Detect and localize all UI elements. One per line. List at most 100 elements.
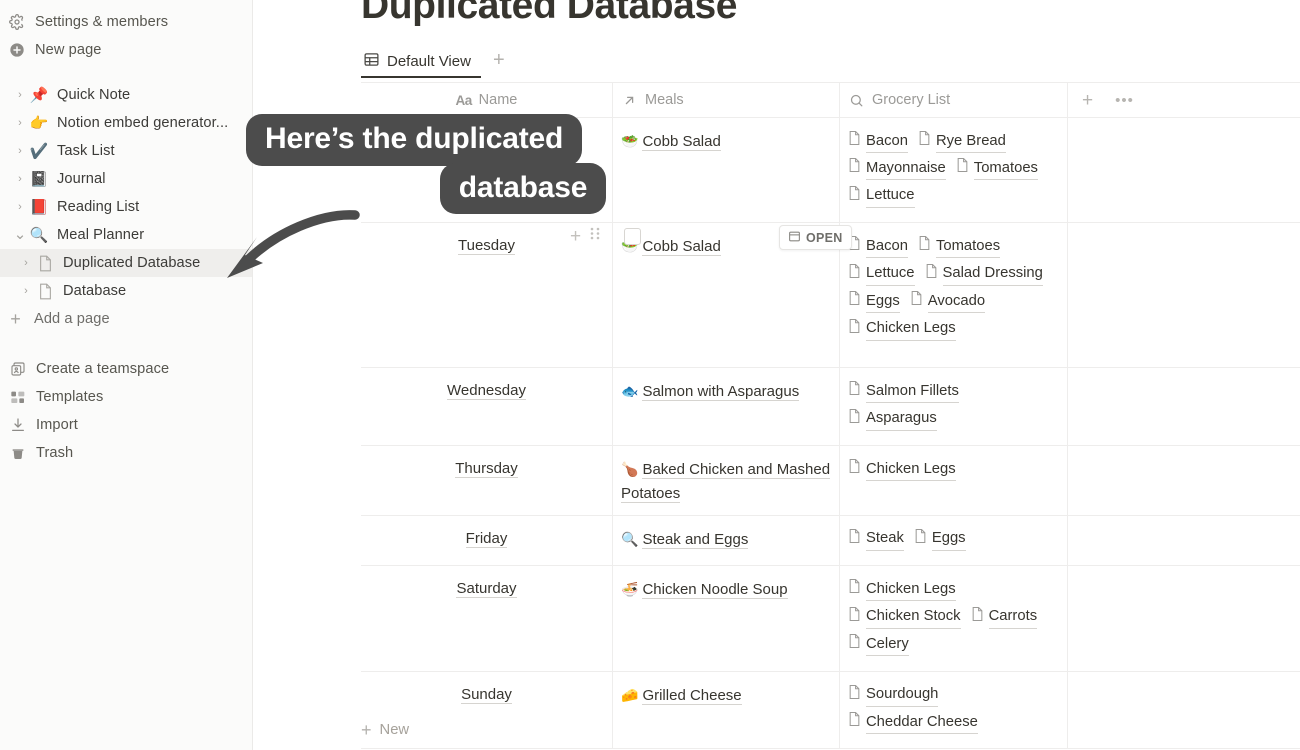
cell-grocery-list[interactable]: Chicken Legs Chicken Stock Carrots Celery xyxy=(840,566,1068,671)
cell-empty xyxy=(1068,368,1300,445)
table-more-options-button[interactable]: ••• xyxy=(1115,92,1134,109)
sidebar: Settings & members New page › 📌 Quick Note… xyxy=(0,0,253,750)
sidebar-item-create-a-teamspace[interactable]: Create a teamspace xyxy=(0,355,252,383)
grocery-item[interactable]: Asparagus xyxy=(848,408,937,431)
grocery-item[interactable]: Tomatoes xyxy=(956,157,1038,181)
trash-icon xyxy=(8,444,27,462)
table-row[interactable]: Friday 🔍 Steak and Eggs Steak Eggs xyxy=(361,515,1300,567)
cell-grocery-list[interactable]: Bacon Tomatoes Lettuce Salad Dressing Eggs Av… xyxy=(840,223,1068,368)
grocery-item[interactable]: Celery xyxy=(848,633,909,657)
cell-name[interactable]: Friday xyxy=(361,515,613,566)
page-emoji-icon: 📕 xyxy=(29,199,49,216)
grocery-item[interactable]: Chicken Legs xyxy=(848,318,956,341)
grocery-item[interactable]: Lettuce xyxy=(848,185,915,208)
grocery-item[interactable]: Carrots xyxy=(971,606,1038,629)
grocery-item[interactable]: Chicken Legs xyxy=(848,458,956,482)
meal-relation-item[interactable]: 🍗 Baked Chicken and Mashed Potatoes xyxy=(621,461,831,503)
grocery-item[interactable]: Eggs xyxy=(848,290,900,314)
sidebar-item-task-list[interactable]: › ✔️ Task List xyxy=(0,137,252,165)
sidebar-item-trash[interactable]: Trash xyxy=(0,439,252,467)
add-row-icon[interactable]: + xyxy=(570,227,581,246)
page-icon xyxy=(956,157,969,180)
meal-relation-item[interactable]: 🐟 Salmon with Asparagus xyxy=(621,383,800,402)
chevron-right-icon[interactable]: › xyxy=(12,87,28,103)
row-select-checkbox[interactable] xyxy=(624,228,641,245)
tab-default-view[interactable]: Default View xyxy=(361,47,481,78)
grocery-item[interactable]: Salad Dressing xyxy=(925,263,1043,286)
grocery-item[interactable]: Tomatoes xyxy=(918,235,1001,259)
sidebar-item-templates[interactable]: Templates xyxy=(0,383,252,411)
cell-grocery-list[interactable]: Steak Eggs xyxy=(840,515,1068,566)
page-icon xyxy=(848,185,861,208)
grocery-item[interactable]: Sourdough xyxy=(848,684,939,707)
chevron-right-icon[interactable]: › xyxy=(12,143,28,159)
sidebar-item-notion-embed-generator[interactable]: › 👉 Notion embed generator... xyxy=(0,109,252,137)
cell-meals[interactable]: 🍗 Baked Chicken and Mashed Potatoes xyxy=(613,446,840,515)
grocery-item[interactable]: Mayonnaise xyxy=(848,157,946,181)
cell-meals[interactable]: 🐟 Salmon with Asparagus xyxy=(613,368,840,446)
sidebar-item-quick-note[interactable]: › 📌 Quick Note xyxy=(0,81,252,109)
grocery-item[interactable]: Chicken Stock xyxy=(848,606,961,629)
sidebar-item-import[interactable]: Import xyxy=(0,411,252,439)
grocery-item[interactable]: Bacon xyxy=(848,235,908,259)
sidebar-item-new-page[interactable]: New page xyxy=(0,36,252,64)
grocery-item-label: Lettuce xyxy=(866,263,915,286)
chevron-right-icon[interactable]: › xyxy=(12,199,28,215)
grocery-item[interactable]: Eggs xyxy=(914,528,966,551)
grocery-item[interactable]: Bacon xyxy=(848,130,908,153)
cell-name[interactable]: Saturday xyxy=(361,566,613,671)
meal-relation-item[interactable]: 🔍 Steak and Eggs xyxy=(621,530,749,549)
column-header-grocery-list[interactable]: Grocery List xyxy=(840,83,1068,117)
cell-name[interactable]: Thursday xyxy=(361,446,613,515)
grocery-item[interactable]: Rye Bread xyxy=(918,130,1006,153)
table-header-row: Aa Name Meals Grocery List + ••• xyxy=(361,82,1300,118)
add-property-button[interactable]: + xyxy=(1082,91,1093,110)
cell-meals[interactable]: 🔍 Steak and Eggs xyxy=(613,515,840,566)
column-header-meals[interactable]: Meals xyxy=(613,83,840,117)
chevron-right-icon[interactable]: › xyxy=(18,255,34,271)
grocery-item[interactable]: Cheddar Cheese xyxy=(848,711,978,734)
sidebar-item-settings-and-members[interactable]: Settings & members xyxy=(0,8,252,36)
plus-circle-icon xyxy=(7,41,26,59)
sidebar-item-journal[interactable]: › 📓 Journal xyxy=(0,165,252,193)
cell-grocery-list[interactable]: Chicken Legs xyxy=(840,446,1068,515)
sidebar-item-label: Templates xyxy=(36,389,104,405)
drag-handle-icon[interactable] xyxy=(590,226,601,246)
cell-grocery-list[interactable]: Sourdough Cheddar Cheese xyxy=(840,671,1068,749)
chevron-right-icon[interactable]: › xyxy=(18,283,34,299)
open-page-button[interactable]: OPEN xyxy=(779,225,852,250)
cell-name[interactable]: Wednesday xyxy=(361,368,613,446)
chevron-down-icon[interactable]: ⌄ xyxy=(12,227,28,243)
page-icon xyxy=(848,578,861,601)
cell-empty xyxy=(1068,516,1300,565)
add-view-button[interactable]: + xyxy=(493,50,505,70)
day-label: Thursday xyxy=(455,460,518,479)
cell-meals[interactable]: 🧀 Grilled Cheese xyxy=(613,671,840,749)
grocery-item[interactable]: Salmon Fillets xyxy=(848,380,959,404)
chevron-right-icon[interactable]: › xyxy=(12,171,28,187)
table-row[interactable]: Thursday 🍗 Baked Chicken and Mashed Potato… xyxy=(361,446,1300,516)
sidebar-add-a-page[interactable]: + Add a page xyxy=(0,305,252,333)
grocery-item-label: Asparagus xyxy=(866,408,937,431)
meal-relation-item[interactable]: 🧀 Grilled Cheese xyxy=(621,686,742,705)
meal-relation-item[interactable]: 🍜 Chicken Noodle Soup xyxy=(621,581,788,600)
new-row-button[interactable]: + New xyxy=(361,712,409,748)
cell-grocery-list[interactable]: Salmon Fillets Asparagus xyxy=(840,368,1068,446)
grocery-item[interactable]: Chicken Legs xyxy=(848,578,956,602)
table-row[interactable]: Sunday 🧀 Grilled Cheese Sourdough Cheddar Ch… xyxy=(361,671,1300,750)
grocery-item[interactable]: Avocado xyxy=(910,290,986,314)
sidebar-item-label: Duplicated Database xyxy=(63,255,201,271)
page-icon xyxy=(925,263,938,286)
grocery-item[interactable]: Steak xyxy=(848,528,904,551)
column-header-name[interactable]: Aa Name xyxy=(361,83,613,117)
cell-meals[interactable]: 🍜 Chicken Noodle Soup xyxy=(613,566,840,671)
page-icon xyxy=(918,130,931,153)
table-row[interactable]: Saturday 🍜 Chicken Noodle Soup Chicken Legs… xyxy=(361,566,1300,672)
grocery-item[interactable]: Lettuce xyxy=(848,263,915,286)
chevron-right-icon[interactable]: › xyxy=(12,115,28,131)
plus-icon: + xyxy=(361,719,372,740)
table-row[interactable]: Wednesday 🐟 Salmon with Asparagus Salmon Fi… xyxy=(361,368,1300,447)
cell-empty xyxy=(1068,118,1300,222)
cell-grocery-list[interactable]: Bacon Rye Bread Mayonnaise Tomatoes Lettuce xyxy=(840,118,1068,223)
grocery-item-label: Celery xyxy=(866,634,909,657)
